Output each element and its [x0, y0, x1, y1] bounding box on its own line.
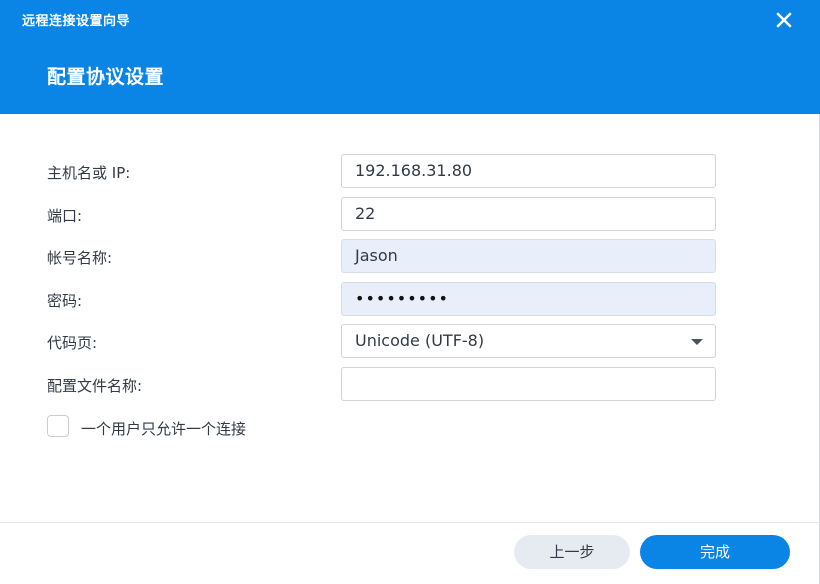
codepage-select[interactable]: Unicode (UTF-8) — [341, 324, 716, 358]
port-label: 端口: — [47, 207, 83, 225]
host-row: 主机名或 IP: 192.168.31.80 — [0, 154, 820, 188]
password-input[interactable]: ••••••••• — [341, 282, 716, 316]
account-input[interactable]: Jason — [341, 239, 716, 273]
single-connection-option: 一个用户只允许一个连接 — [47, 415, 347, 439]
previous-button[interactable]: 上一步 — [514, 535, 630, 569]
port-row: 端口: 22 — [0, 197, 820, 231]
window-title: 远程连接设置向导 — [22, 14, 131, 29]
codepage-selected-value: Unicode (UTF-8) — [355, 331, 485, 350]
chevron-down-icon — [691, 339, 703, 345]
step-title: 配置协议设置 — [47, 66, 165, 88]
codepage-row: 代码页: Unicode (UTF-8) — [0, 324, 820, 358]
host-label: 主机名或 IP: — [47, 164, 131, 182]
remote-connection-wizard-dialog: 远程连接设置向导 配置协议设置 主机名或 IP: 192.168.31.80 端… — [0, 0, 820, 584]
single-connection-label[interactable]: 一个用户只允许一个连接 — [81, 418, 246, 439]
account-label: 帐号名称: — [47, 249, 113, 267]
finish-button[interactable]: 完成 — [640, 535, 790, 569]
password-mask: ••••••••• — [355, 289, 449, 308]
close-button[interactable] — [770, 6, 798, 34]
host-input[interactable]: 192.168.31.80 — [341, 154, 716, 188]
footer-divider — [0, 522, 820, 523]
dialog-header: 远程连接设置向导 配置协议设置 — [0, 0, 820, 114]
password-row: 密码: ••••••••• — [0, 282, 820, 316]
profile-name-input[interactable] — [341, 367, 716, 401]
profile-name-row: 配置文件名称: — [0, 367, 820, 401]
profile-name-label: 配置文件名称: — [47, 377, 143, 395]
port-input[interactable]: 22 — [341, 197, 716, 231]
codepage-label: 代码页: — [47, 334, 98, 352]
account-row: 帐号名称: Jason — [0, 239, 820, 273]
password-label: 密码: — [47, 292, 83, 310]
single-connection-checkbox[interactable] — [47, 415, 69, 437]
close-icon — [776, 12, 792, 28]
